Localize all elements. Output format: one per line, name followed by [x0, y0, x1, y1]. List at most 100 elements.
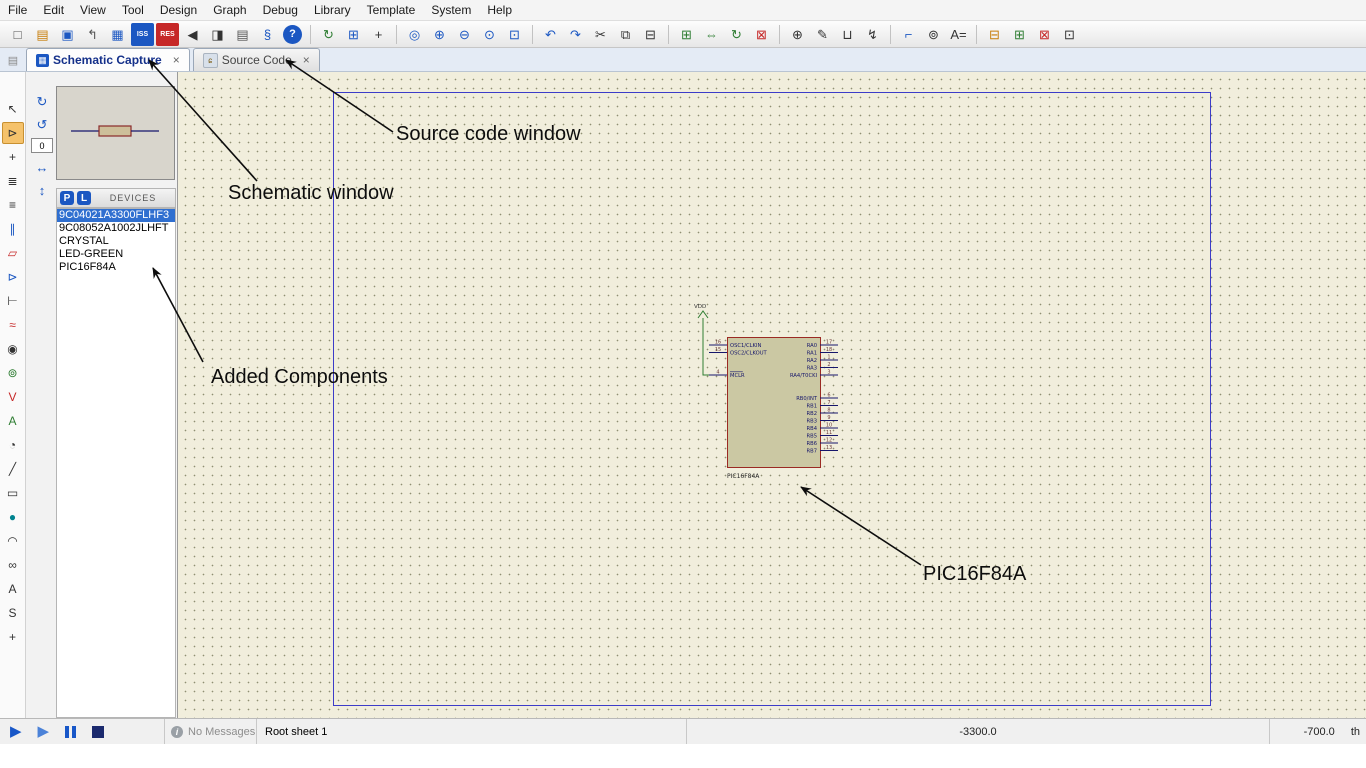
2d-line-mode-button[interactable]: ╱: [2, 458, 24, 480]
2d-circle-mode-button[interactable]: ●: [2, 506, 24, 528]
decompose-button[interactable]: ↯: [861, 23, 884, 46]
step-button[interactable]: ▶: [38, 724, 50, 739]
wire-autorouter-button[interactable]: ⌐: [897, 23, 920, 46]
zoom-area-button[interactable]: ⊡: [503, 23, 526, 46]
toggle-grid-button[interactable]: ⊞: [342, 23, 365, 46]
block-delete-button[interactable]: ⊠: [750, 23, 773, 46]
virtual-instruments-mode-button[interactable]: ◔: [2, 434, 24, 456]
graph-mode-button[interactable]: ≈: [2, 314, 24, 336]
menu-edit[interactable]: Edit: [35, 1, 72, 19]
pause-button[interactable]: [65, 725, 77, 738]
device-item[interactable]: LED-GREEN: [57, 248, 175, 261]
exit-to-parent-sheet-button[interactable]: ⊡: [1058, 23, 1081, 46]
subcircuit-mode-button[interactable]: ▱: [2, 242, 24, 264]
pin-name: RB3: [807, 419, 817, 425]
device-item[interactable]: CRYSTAL: [57, 235, 175, 248]
pick-parts-button[interactable]: ⊕: [786, 23, 809, 46]
tab-schematic-capture[interactable]: ▦ Schematic Capture ×: [26, 48, 190, 71]
import-section-button[interactable]: ↰: [81, 23, 104, 46]
text-script-mode-button[interactable]: ≡: [2, 194, 24, 216]
rotation-angle-input[interactable]: [31, 138, 53, 153]
new-root-sheet-button[interactable]: ⊞: [1008, 23, 1031, 46]
2d-arc-mode-button[interactable]: ◠: [2, 530, 24, 552]
redo-button[interactable]: ↷: [564, 23, 587, 46]
rotate-anticlockwise-icon[interactable]: ↺: [32, 115, 52, 135]
2d-symbol-mode-button[interactable]: S: [2, 602, 24, 624]
menu-help[interactable]: Help: [479, 1, 520, 19]
block-move-button[interactable]: ⇔: [700, 23, 723, 46]
menu-graph[interactable]: Graph: [205, 1, 254, 19]
center-at-cursor-button[interactable]: ◎: [403, 23, 426, 46]
wire-label-mode-button[interactable]: ≣: [2, 170, 24, 192]
ic-tester-button[interactable]: ◨: [206, 23, 229, 46]
pin-number: 15: [715, 347, 721, 353]
junction-dot-mode-button[interactable]: +: [2, 146, 24, 168]
tape-recorder-mode-button[interactable]: ◉: [2, 338, 24, 360]
packaging-tool-button[interactable]: ⊔: [836, 23, 859, 46]
copy-button[interactable]: ⧉: [614, 23, 637, 46]
selection-mode-button[interactable]: ↖: [2, 98, 24, 120]
undo-button[interactable]: ↶: [539, 23, 562, 46]
pick-devices-button[interactable]: P: [60, 191, 74, 205]
buses-mode-button[interactable]: ∥: [2, 218, 24, 240]
make-device-button[interactable]: ✎: [811, 23, 834, 46]
voltage-probe-mode-button[interactable]: V: [2, 386, 24, 408]
pcb-layout-window-button[interactable]: RES: [156, 22, 179, 46]
pin-name: OSC1/CLKIN: [730, 343, 761, 349]
help-button[interactable]: ?: [283, 24, 302, 44]
component-mode-button[interactable]: ⊳: [1, 122, 24, 144]
remove-sheet-button[interactable]: ⊠: [1033, 23, 1056, 46]
device-item[interactable]: 9C08052A1002JLHFT: [57, 222, 175, 235]
save-design-button[interactable]: ▣: [56, 23, 79, 46]
new-design-button[interactable]: □: [6, 23, 29, 46]
redraw-display-button[interactable]: ↻: [317, 23, 340, 46]
mode-tool-strip: ↖ ⊳ + ≣ ≡ ∥ ▱ ⊳ ⊢ ≈ ◉ ⊚ V A ◔ ╱ ▭ ● ◠ ∞ A S +: [0, 72, 26, 718]
menu-debug[interactable]: Debug: [255, 1, 306, 19]
script-editor-button[interactable]: §: [256, 23, 279, 46]
2d-box-mode-button[interactable]: ▭: [2, 482, 24, 504]
property-assignment-tool-button[interactable]: A=: [947, 23, 970, 46]
device-item[interactable]: PIC16F84A: [57, 261, 175, 274]
schematic-canvas[interactable]: VDD 16 OSC1/CLKIN 15 OSC2/CLKOUT 4 MCLR 17 RA0 18…: [178, 72, 1366, 718]
vertical-mirror-icon[interactable]: ↕: [32, 180, 52, 200]
2d-marker-mode-button[interactable]: +: [2, 626, 24, 648]
terminals-mode-button[interactable]: ⊳: [2, 266, 24, 288]
2d-text-mode-button[interactable]: A: [2, 578, 24, 600]
library-manager-button[interactable]: L: [77, 191, 91, 205]
tab-close-icon[interactable]: ×: [173, 54, 180, 66]
menu-system[interactable]: System: [423, 1, 479, 19]
schematic-capture-window-button[interactable]: ▦: [106, 23, 129, 46]
menu-design[interactable]: Design: [152, 1, 205, 19]
tab-close-icon[interactable]: ×: [303, 54, 310, 66]
search-and-tag-button[interactable]: ⊚: [922, 23, 945, 46]
zoom-out-button[interactable]: ⊖: [453, 23, 476, 46]
menu-view[interactable]: View: [72, 1, 114, 19]
stop-button[interactable]: [92, 725, 105, 738]
tab-source-code[interactable]: ɕ Source Code ×: [192, 48, 320, 71]
design-explorer-button[interactable]: ⊟: [983, 23, 1006, 46]
play-button[interactable]: ▶: [10, 724, 22, 739]
zoom-in-button[interactable]: ⊕: [428, 23, 451, 46]
orientation-toolbar: ↻ ↺ ↔ ↕: [28, 72, 56, 272]
audio-player-button[interactable]: ◀: [181, 23, 204, 46]
block-rotate-button[interactable]: ↻: [725, 23, 748, 46]
source-code-window-button[interactable]: ISS: [131, 22, 154, 46]
horizontal-mirror-icon[interactable]: ↔: [32, 157, 52, 177]
menu-library[interactable]: Library: [306, 1, 359, 19]
generator-mode-button[interactable]: ⊚: [2, 362, 24, 384]
rotate-clockwise-icon[interactable]: ↻: [32, 92, 52, 112]
block-copy-button[interactable]: ⊞: [675, 23, 698, 46]
open-design-button[interactable]: ▤: [31, 23, 54, 46]
menu-template[interactable]: Template: [359, 1, 424, 19]
device-item[interactable]: 9C04021A3300FLHF3: [57, 209, 175, 222]
zoom-all-button[interactable]: ⊙: [478, 23, 501, 46]
paste-button[interactable]: ⊟: [639, 23, 662, 46]
current-probe-mode-button[interactable]: A: [2, 410, 24, 432]
bill-of-materials-button[interactable]: ▤: [231, 23, 254, 46]
cut-button[interactable]: ✂: [589, 23, 612, 46]
false-origin-button[interactable]: +: [367, 23, 390, 46]
2d-path-mode-button[interactable]: ∞: [2, 554, 24, 576]
device-pins-mode-button[interactable]: ⊢: [2, 290, 24, 312]
menu-tool[interactable]: Tool: [114, 1, 152, 19]
menu-file[interactable]: File: [0, 1, 35, 19]
